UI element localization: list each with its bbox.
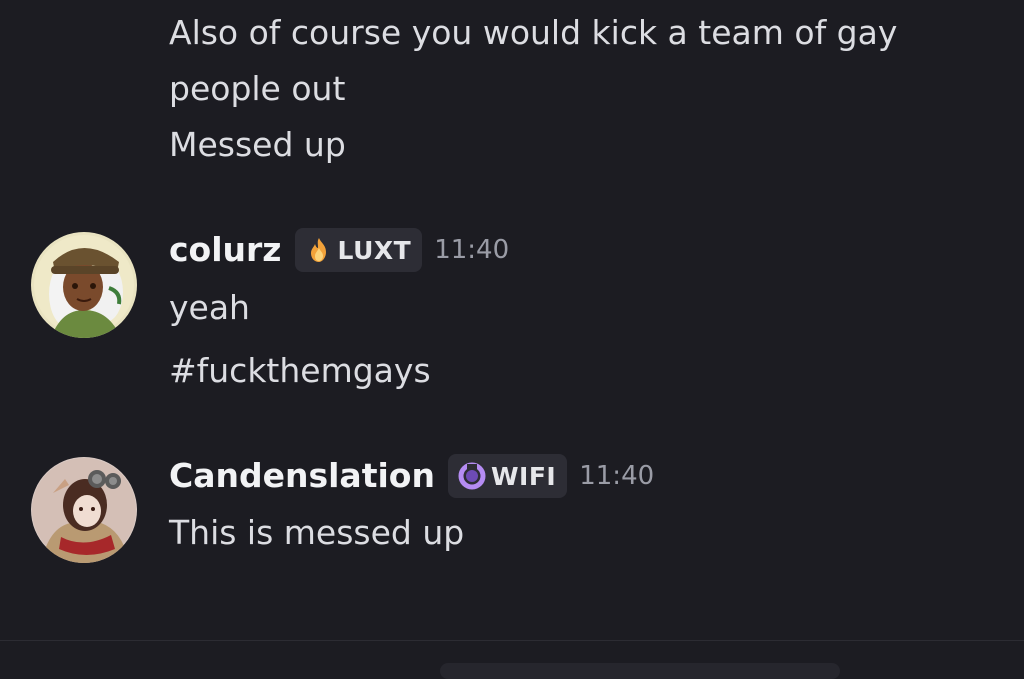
message-text: This is messed up	[169, 513, 465, 552]
message-text: yeah	[169, 288, 250, 327]
message-text: #fuckthemgays	[169, 351, 431, 390]
message-input[interactable]	[440, 663, 840, 679]
guild-tag-badge[interactable]: WIFI	[447, 454, 568, 498]
username[interactable]: colurz	[169, 229, 282, 271]
flame-icon	[304, 235, 334, 265]
message-header: colurz LUXT 11:40	[169, 228, 509, 272]
tag-label: LUXT	[337, 235, 412, 265]
timestamp: 11:40	[579, 461, 655, 491]
avatar[interactable]	[31, 232, 137, 338]
timestamp: 11:40	[434, 235, 510, 265]
message-text: Also of course you would kick a team of …	[169, 13, 898, 108]
tag-label: WIFI	[490, 461, 557, 491]
chat-message-list: Also of course you would kick a team of …	[0, 0, 1024, 640]
username[interactable]: Candenslation	[169, 455, 435, 497]
moon-ring-icon	[457, 461, 487, 491]
message-header: Candenslation WIFI 11:40	[169, 454, 654, 498]
message-text: Messed up	[169, 125, 346, 164]
guild-tag-badge[interactable]: LUXT	[294, 228, 423, 272]
avatar[interactable]	[31, 457, 137, 563]
